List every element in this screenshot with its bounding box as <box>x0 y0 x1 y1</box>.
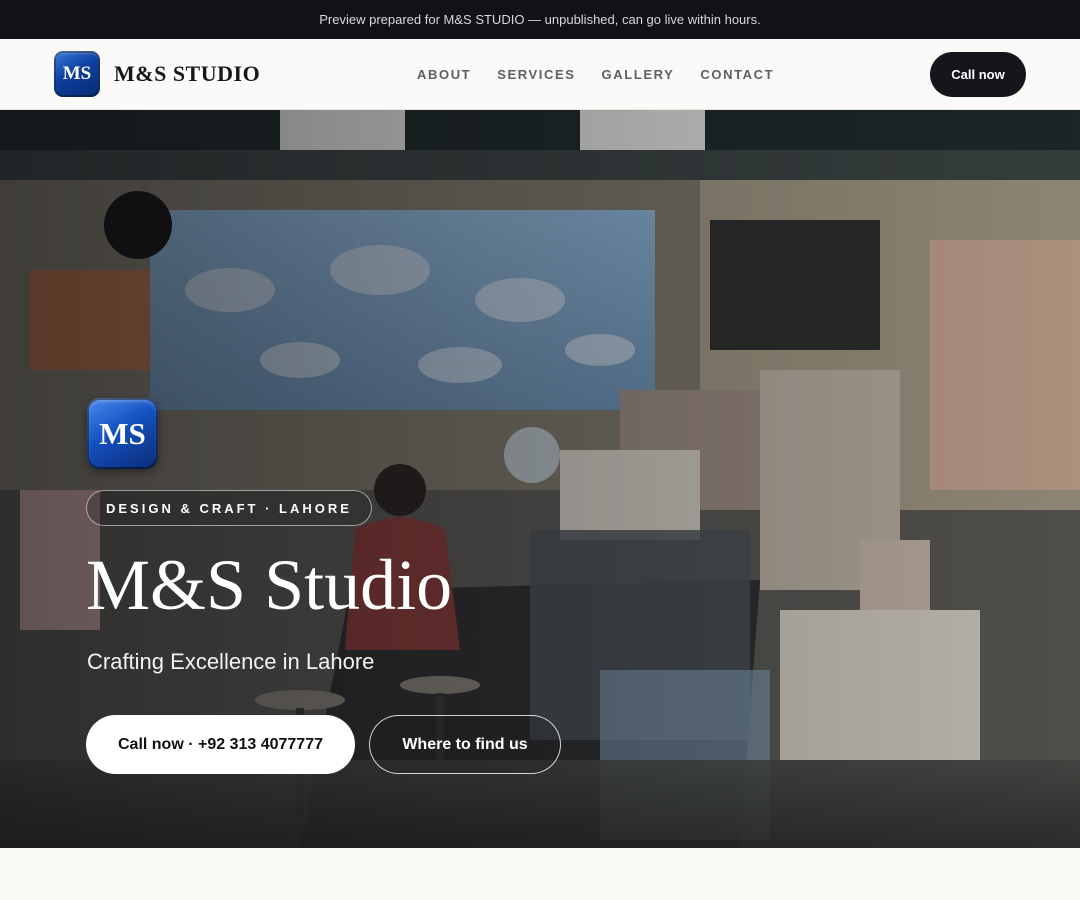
brand-logo[interactable]: MS <box>54 51 100 97</box>
nav-link-about[interactable]: ABOUT <box>417 67 471 82</box>
nav-link-services[interactable]: SERVICES <box>497 67 575 82</box>
brand-logo-text: MS <box>62 63 92 84</box>
nav-link-contact[interactable]: CONTACT <box>700 67 774 82</box>
brand-name[interactable]: M&S STUDIO <box>114 61 260 87</box>
hero-subtitle: Crafting Excellence in Lahore <box>87 649 375 674</box>
hero-location-button[interactable]: Where to find us <box>369 715 561 774</box>
announcement-text: Preview prepared for M&S STUDIO — unpubl… <box>319 12 761 27</box>
site-header: MS M&S STUDIO ABOUT SERVICES GALLERY CON… <box>0 39 1080 110</box>
hero-eyebrow-badge: DESIGN & CRAFT · LAHORE <box>86 490 372 526</box>
hero-logo-text: MS <box>99 415 146 451</box>
brand[interactable]: MS M&S STUDIO <box>54 51 260 97</box>
announcement-bar: Preview prepared for M&S STUDIO — unpubl… <box>0 0 1080 39</box>
hero-call-button[interactable]: Call now · +92 313 4077777 <box>86 715 355 774</box>
main-nav: ABOUT SERVICES GALLERY CONTACT <box>417 39 774 110</box>
header-call-button[interactable]: Call now <box>930 52 1026 97</box>
hero-logo: MS <box>87 398 158 469</box>
hero-title: M&S Studio <box>86 545 453 625</box>
nav-link-gallery[interactable]: GALLERY <box>602 67 675 82</box>
hero-section: MS DESIGN & CRAFT · LAHORE M&S Studio Cr… <box>0 110 1080 848</box>
